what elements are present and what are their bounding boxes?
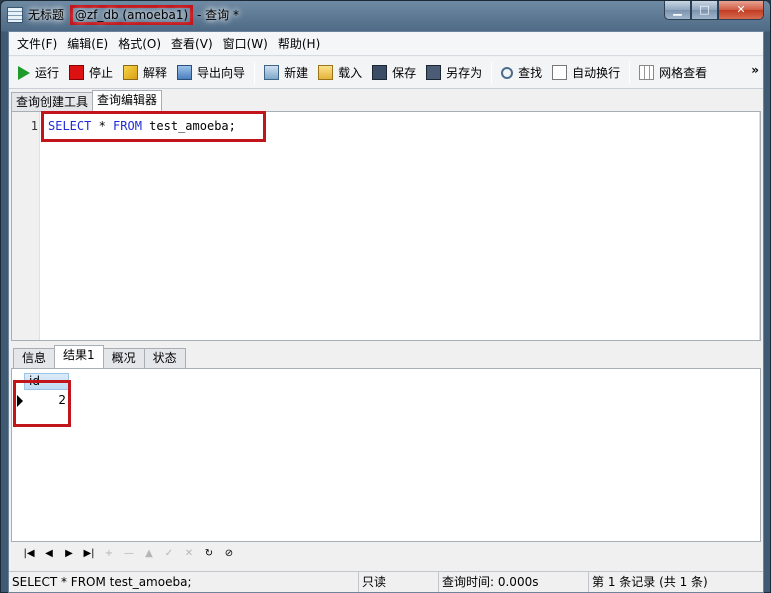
close-button[interactable]: ✕ xyxy=(718,1,764,20)
tab-info[interactable]: 信息 xyxy=(13,348,56,368)
status-sql: SELECT * FROM test_amoeba; xyxy=(9,572,359,592)
new-button[interactable]: 新建 xyxy=(259,61,313,85)
export-wizard-label: 导出向导 xyxy=(197,66,246,80)
save-icon xyxy=(372,65,388,80)
status-bar: SELECT * FROM test_amoeba; 只读 查询时间: 0.00… xyxy=(9,571,763,592)
word-wrap-button[interactable]: 自动换行 xyxy=(547,61,625,85)
refresh-button[interactable]: ↻ xyxy=(199,545,219,563)
title-suffix: - 查询 * xyxy=(196,8,239,22)
tab-query-builder[interactable]: 查询创建工具 xyxy=(11,92,94,111)
play-icon xyxy=(18,65,30,80)
menu-window[interactable]: 窗口(W) xyxy=(218,33,273,55)
stop-button[interactable]: 停止 xyxy=(64,61,118,85)
edit-record-button[interactable]: ▲ xyxy=(139,545,159,563)
editor-tabs: 查询创建工具 查询编辑器 xyxy=(9,90,163,111)
explain-button[interactable]: 解释 xyxy=(118,61,172,85)
save-as-icon xyxy=(426,65,442,80)
toolbar-separator xyxy=(254,61,256,84)
menu-help[interactable]: 帮助(H) xyxy=(273,33,325,55)
find-label: 查找 xyxy=(518,66,543,80)
status-records: 第 1 条记录 (共 1 条) xyxy=(592,575,708,589)
title-bar[interactable]: 无标题 @zf_db (amoeba1) - 查询 * ▁ □ ✕ xyxy=(1,1,770,31)
result-grid[interactable]: id 2 xyxy=(11,368,761,542)
load-button[interactable]: 载入 xyxy=(313,61,367,85)
title-prefix: 无标题 xyxy=(28,8,65,22)
record-navigator: |◀ ◀ ▶ ▶| + — ▲ ✓ ✕ ↻ ⊘ xyxy=(11,544,761,564)
minimize-button[interactable]: ▁ xyxy=(664,1,691,20)
app-icon xyxy=(7,7,23,23)
add-record-button[interactable]: + xyxy=(99,545,119,563)
menu-edit[interactable]: 编辑(E) xyxy=(62,33,113,55)
find-button[interactable]: 查找 xyxy=(496,61,547,85)
toolbar-overflow-icon[interactable]: » xyxy=(751,63,759,77)
client-area: 文件(F) 编辑(E) 格式(O) 查看(V) 窗口(W) 帮助(H) 运行 停… xyxy=(8,31,764,593)
save-label: 保存 xyxy=(392,66,417,80)
grid-view-button[interactable]: 网格查看 xyxy=(634,61,712,85)
run-button[interactable]: 运行 xyxy=(13,61,64,85)
last-record-button[interactable]: ▶| xyxy=(79,545,99,563)
save-as-label: 另存为 xyxy=(446,66,483,80)
load-label: 载入 xyxy=(338,66,363,80)
tab-status[interactable]: 状态 xyxy=(143,348,186,368)
cancel-button[interactable]: ✕ xyxy=(179,545,199,563)
next-record-button[interactable]: ▶ xyxy=(59,545,79,563)
export-icon xyxy=(177,65,193,80)
tab-query-editor[interactable]: 查询编辑器 xyxy=(92,90,163,111)
stop-fetch-button[interactable]: ⊘ xyxy=(219,545,239,563)
menu-format[interactable]: 格式(O) xyxy=(113,33,166,55)
status-mode: 只读 xyxy=(359,572,439,592)
grid-icon xyxy=(639,65,655,80)
toolbar-separator xyxy=(491,61,493,84)
save-button[interactable]: 保存 xyxy=(367,61,421,85)
word-wrap-icon xyxy=(552,65,568,80)
stop-label: 停止 xyxy=(89,66,114,80)
save-as-button[interactable]: 另存为 xyxy=(421,61,487,85)
explain-label: 解释 xyxy=(143,66,168,80)
maximize-button[interactable]: □ xyxy=(691,1,718,20)
result-tabs: 信息 结果1 概况 状态 xyxy=(13,345,186,368)
search-icon xyxy=(501,66,514,79)
grid-view-label: 网格查看 xyxy=(659,66,708,80)
word-wrap-label: 自动换行 xyxy=(572,66,621,80)
new-query-icon xyxy=(264,65,280,80)
stop-icon xyxy=(69,65,85,80)
menu-view[interactable]: 查看(V) xyxy=(166,33,218,55)
folder-open-icon xyxy=(318,65,334,80)
app-window: 无标题 @zf_db (amoeba1) - 查询 * ▁ □ ✕ 文件(F) … xyxy=(0,0,771,593)
new-label: 新建 xyxy=(284,66,309,80)
prev-record-button[interactable]: ◀ xyxy=(39,545,59,563)
menu-file[interactable]: 文件(F) xyxy=(12,33,62,55)
first-record-button[interactable]: |◀ xyxy=(19,545,39,563)
status-query-time: 查询时间: 0.000s xyxy=(439,572,589,592)
toolbar: 运行 停止 解释 导出向导 新建 载入 保存 另存为 查找 自动换行 网格查看 … xyxy=(9,57,763,89)
result-panel: 信息 结果1 概况 状态 id 2 |◀ ◀ ▶ ▶| + — ▲ ✓ ✕ ↻ … xyxy=(11,345,761,566)
run-label: 运行 xyxy=(35,66,60,80)
tab-result1[interactable]: 结果1 xyxy=(54,345,104,368)
line-gutter: 1 xyxy=(12,112,40,340)
highlight-box-result xyxy=(13,380,71,427)
window-title: 无标题 @zf_db (amoeba1) - 查询 * xyxy=(28,5,239,25)
export-wizard-button[interactable]: 导出向导 xyxy=(172,61,250,85)
apply-button[interactable]: ✓ xyxy=(159,545,179,563)
tab-profile[interactable]: 概况 xyxy=(102,348,145,368)
menu-bar: 文件(F) 编辑(E) 格式(O) 查看(V) 窗口(W) 帮助(H) xyxy=(9,32,763,56)
explain-icon xyxy=(123,65,139,80)
delete-record-button[interactable]: — xyxy=(119,545,139,563)
sql-editor[interactable]: 1 SELECT * FROM test_amoeba; xyxy=(11,111,761,341)
line-number: 1 xyxy=(30,119,38,133)
toolbar-separator xyxy=(629,61,631,84)
connection-name: @zf_db (amoeba1) xyxy=(69,5,194,25)
editor-scrollbar[interactable] xyxy=(759,112,760,340)
highlight-box-sql xyxy=(41,111,266,142)
window-controls: ▁ □ ✕ xyxy=(664,1,764,21)
